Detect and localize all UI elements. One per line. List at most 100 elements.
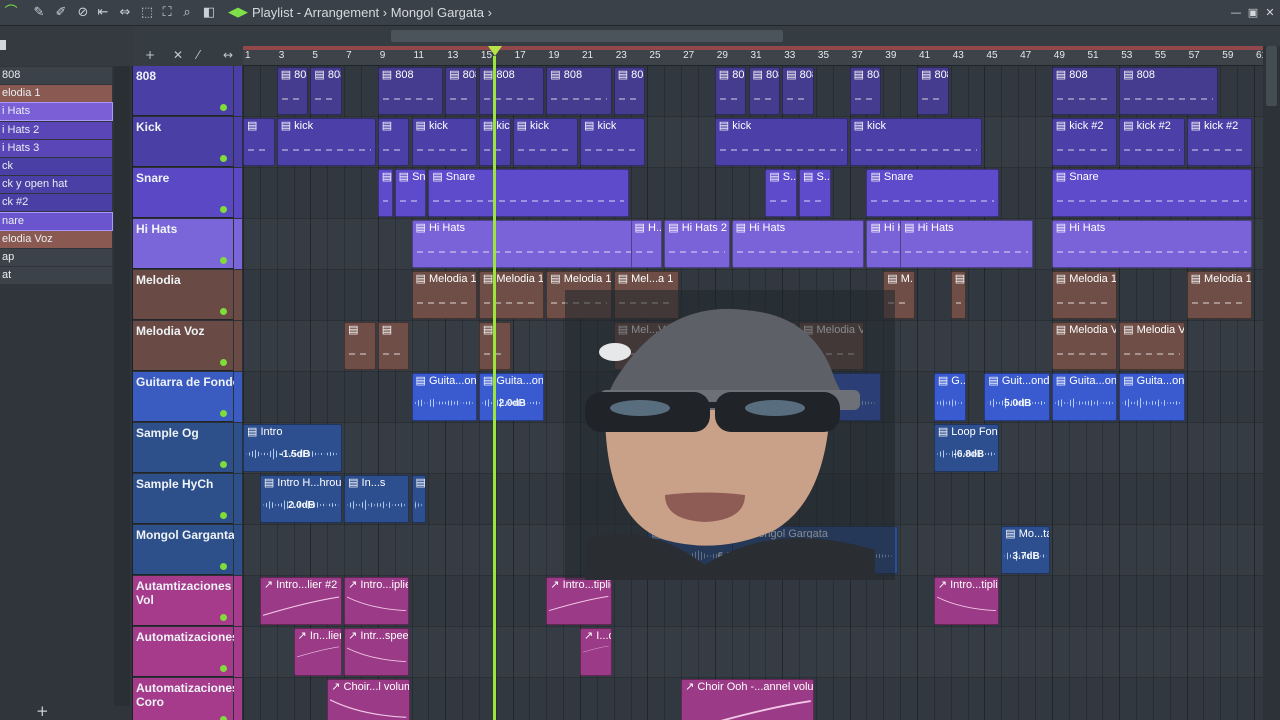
playlist-clip[interactable]: ▤	[377, 322, 410, 370]
playlist-grid[interactable]: ▤ 808 ▤ 808 ▤ 808 ▤ 808 ▤ 808 ▤ 808 ▤ 808 ▤ 808…	[243, 66, 1263, 720]
playlist-clip[interactable]: ▤	[950, 271, 966, 319]
playlist-clip[interactable]: ↗ Intro...iplier	[344, 577, 410, 625]
playlist-clip[interactable]: ▤ 808	[917, 67, 949, 115]
picker-scrollbar[interactable]	[114, 66, 130, 706]
track-mute-led-icon[interactable]	[220, 563, 227, 570]
playlist-clip[interactable]: ↗ Intr...speed	[344, 628, 410, 676]
playlist-clip[interactable]: ▤	[243, 118, 275, 166]
playlist-clip[interactable]: ↗ Choir Ooh -...annel volume	[681, 679, 814, 720]
playlist-clip[interactable]: ▤ kick	[512, 118, 578, 166]
playlist-clip[interactable]: ▤ Guit...ondo 5.0dB	[984, 373, 1050, 421]
track-header[interactable]: Sample Og	[133, 423, 233, 473]
playlist-clip[interactable]: ▤ Snare	[428, 169, 629, 217]
track-header[interactable]: Guitarra de Fondo	[133, 372, 240, 422]
pattern-item[interactable]: 808	[0, 67, 112, 84]
playlist-clip[interactable]: ▤ kick #2	[1186, 118, 1252, 166]
playlist-clip[interactable]: ▤ Snare	[1051, 169, 1252, 217]
add-pattern-button[interactable]: +	[36, 702, 49, 720]
playlist-clip[interactable]: ▤ 808	[714, 67, 747, 115]
playlist-clip[interactable]: ▤ M...1	[883, 271, 915, 319]
track-header[interactable]: Automatizaciones	[133, 627, 239, 677]
playlist-clip[interactable]: ▤ Loop Fondo -6.8dB	[933, 424, 1000, 472]
playlist-clip[interactable]: ▤ Mel...Voz	[613, 322, 680, 370]
track-mute-led-icon[interactable]	[220, 461, 227, 468]
playlist-clip[interactable]: ▤ Melodia 1	[411, 271, 477, 319]
playlist-clip[interactable]: ▤ 808	[478, 67, 545, 115]
track-mute-led-icon[interactable]	[220, 359, 227, 366]
playlist-clip[interactable]: ▤ kick #2	[1119, 118, 1185, 166]
pattern-item[interactable]: ap	[0, 249, 112, 266]
playlist-clip[interactable]: ▤ S...e	[765, 169, 798, 217]
playlist-clip[interactable]: ↗ I...d	[580, 628, 612, 676]
track-header[interactable]: Automatizaciones Coro	[133, 678, 239, 720]
add-track-icon[interactable]: +	[145, 48, 155, 62]
playlist-clip[interactable]: ▤ Melodia 1	[1186, 271, 1252, 319]
playlist-clip[interactable]: ▤ Guitarra de Fondo 3.0dB	[714, 373, 882, 421]
playlist-clip[interactable]: ▤ Melodia Voz	[1119, 322, 1185, 370]
playlist-clip[interactable]: ▤ Hi Hats	[900, 220, 1033, 268]
track-mute-led-icon[interactable]	[220, 665, 227, 672]
playlist-clip[interactable]: ▤ Hi Hats	[1051, 220, 1252, 268]
playlist-clip[interactable]: ▤ Guita...ondo	[411, 373, 477, 421]
playlist-clip[interactable]: ↗ Intro...tiplier	[933, 577, 1000, 625]
maximize-icon[interactable]: ▣	[1244, 4, 1262, 22]
scroll-thumb[interactable]	[1266, 46, 1277, 106]
resize-tool-icon[interactable]: ↔	[223, 48, 233, 62]
track-mute-led-icon[interactable]	[220, 308, 227, 315]
playlist-clip[interactable]: ▤ Melodia 1	[478, 271, 545, 319]
playlist-clip[interactable]: ▤ Melodia Voz	[731, 322, 798, 370]
playlist-clip[interactable]: ▤ H...s	[630, 220, 663, 268]
playlist-clip[interactable]: ▤ 808	[748, 67, 781, 115]
close-icon[interactable]: ✕	[1261, 4, 1279, 22]
playlist-clip[interactable]: ▤ 808	[782, 67, 814, 115]
pattern-item[interactable]: elodia 1	[0, 85, 112, 103]
playlist-clip[interactable]: ▤ kick	[580, 118, 646, 166]
playlist-clip[interactable]: ▤ 808	[310, 67, 343, 115]
picker-handle-icon[interactable]	[0, 40, 6, 50]
pattern-item[interactable]: at	[0, 267, 112, 285]
playlist-clip[interactable]: ▤ 808	[1051, 67, 1118, 115]
playlist-clip[interactable]: ▤ Guita...ondo	[1119, 373, 1185, 421]
select-box-icon[interactable]: ⛶	[158, 4, 176, 22]
playlist-clip[interactable]: ▤ 808	[276, 67, 309, 115]
mute-icon[interactable]: ⊘	[74, 4, 92, 22]
track-mute-led-icon[interactable]	[220, 155, 227, 162]
playlist-clip[interactable]: ▤ 808	[377, 67, 444, 115]
track-header[interactable]: Snare	[133, 168, 233, 218]
minimize-icon[interactable]: —	[1227, 4, 1245, 22]
current-pattern-name[interactable]: Mongol Gargata	[391, 5, 484, 20]
pattern-item[interactable]: ck	[0, 158, 112, 175]
playlist-clip[interactable]: ▤ kick #2	[1051, 118, 1118, 166]
pattern-item[interactable]: i Hats 3	[0, 139, 112, 157]
select-icon[interactable]: ⬚	[138, 4, 156, 22]
playlist-clip[interactable]: ▤ In...s	[344, 475, 410, 523]
playlist-clip[interactable]: ▤ G...o	[933, 373, 966, 421]
zoom-icon[interactable]: ⌕	[178, 4, 196, 22]
playlist-clip[interactable]: ▤ 808	[445, 67, 477, 115]
playhead-marker-icon[interactable]	[488, 46, 502, 56]
playlist-clip[interactable]: ↗ In...lier	[293, 628, 343, 676]
track-header[interactable]: Melodia Voz	[133, 321, 233, 371]
playlist-clip[interactable]: ▤ Guita...ondo 4.0dB	[647, 373, 713, 421]
playlist-clip[interactable]: ▤ Intro -1.5dB	[243, 424, 343, 472]
playlist-clip[interactable]: ▤ Mo...ta 3.7dB	[1001, 526, 1050, 574]
track-header[interactable]: Mongol Garganta	[133, 525, 235, 575]
playlist-clip[interactable]: ▤ Snare	[866, 169, 1000, 217]
track-mute-led-icon[interactable]	[220, 206, 227, 213]
track-mute-led-icon[interactable]	[220, 257, 227, 264]
playlist-clip[interactable]: ▤ Melodia Voz	[799, 322, 865, 370]
play-pattern-icon[interactable]: ◀▶	[228, 4, 248, 22]
playlist-clip[interactable]: ▤	[344, 322, 376, 370]
playlist-clip[interactable]: ▤ S...e	[799, 169, 831, 217]
playlist-clip[interactable]: ▤	[377, 118, 410, 166]
playlist-clip[interactable]: ▤ Mel...a 1	[613, 271, 680, 319]
playhead[interactable]	[493, 56, 496, 720]
playlist-clip[interactable]: ▤ Guita...ondo2.0dB	[478, 373, 545, 421]
brush-icon[interactable]: ✐	[52, 4, 70, 22]
speaker-icon[interactable]: ◧	[200, 4, 218, 22]
track-mute-led-icon[interactable]	[220, 716, 227, 720]
playlist-clip[interactable]: ▤ kick	[276, 118, 376, 166]
playlist-clip[interactable]: ▤ Hi Hats	[731, 220, 865, 268]
playlist-clip[interactable]: ▤ Hi Hats 2	[664, 220, 730, 268]
pattern-item[interactable]: ck y open hat	[0, 176, 112, 194]
